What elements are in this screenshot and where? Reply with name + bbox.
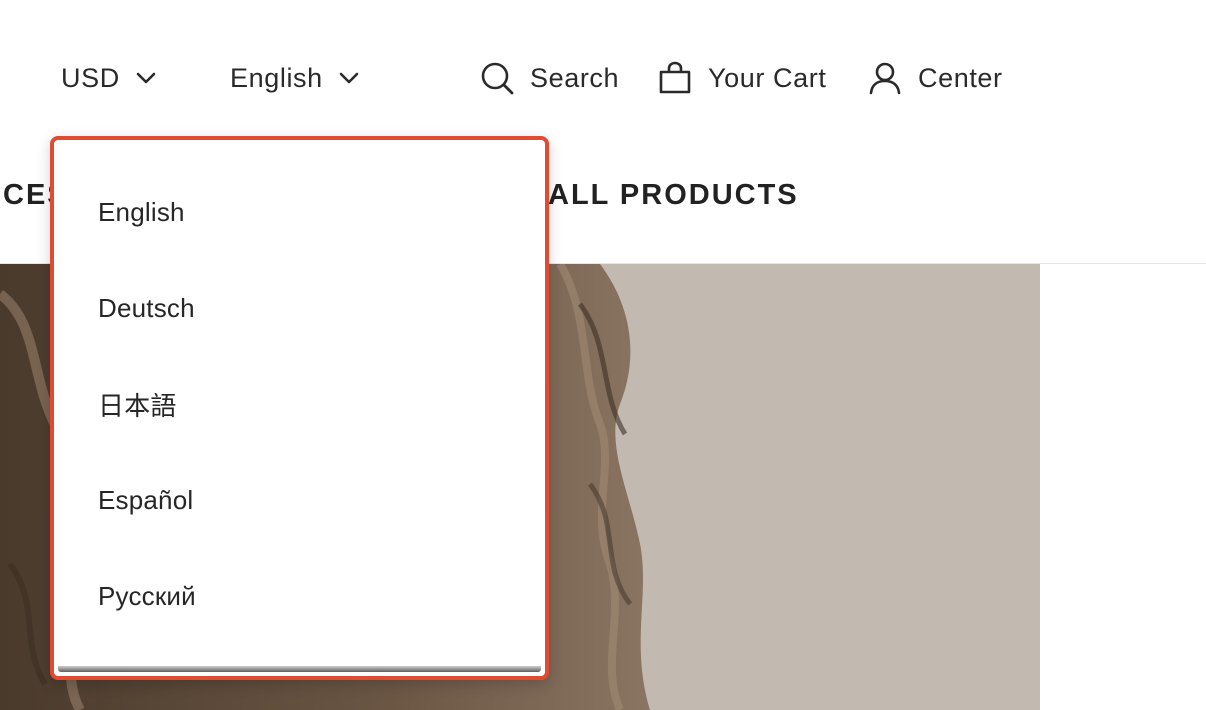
top-utility-bar: USD English Search Your Cart Center [0,0,1206,150]
search-icon [480,61,514,95]
search-link[interactable]: Search [480,56,619,100]
chevron-down-icon [339,72,359,84]
shopping-bag-icon [658,61,692,95]
dropdown-bottom-edge [58,666,541,672]
chevron-down-icon [136,72,156,84]
language-option-english[interactable]: English [98,192,498,232]
page: USD English Search Your Cart Center CES … [0,0,1206,710]
currency-label: USD [61,62,120,93]
account-label: Center [918,62,1003,93]
language-dropdown: English Deutsch 日本語 Español Русский [50,136,549,680]
language-selector[interactable]: English [230,56,359,100]
language-option-espanol[interactable]: Español [98,480,498,520]
language-option-japanese[interactable]: 日本語 [98,384,498,424]
search-label: Search [530,62,620,93]
currency-selector[interactable]: USD [61,56,156,100]
language-option-deutsch[interactable]: Deutsch [98,288,498,328]
language-label: English [230,62,323,93]
cart-label: Your Cart [708,62,827,93]
account-link[interactable]: Center [868,56,1003,100]
user-icon [868,61,902,95]
cart-link[interactable]: Your Cart [658,56,826,100]
language-option-russian[interactable]: Русский [98,576,498,616]
nav-item-all-products[interactable]: ALL PRODUCTS [548,179,799,212]
